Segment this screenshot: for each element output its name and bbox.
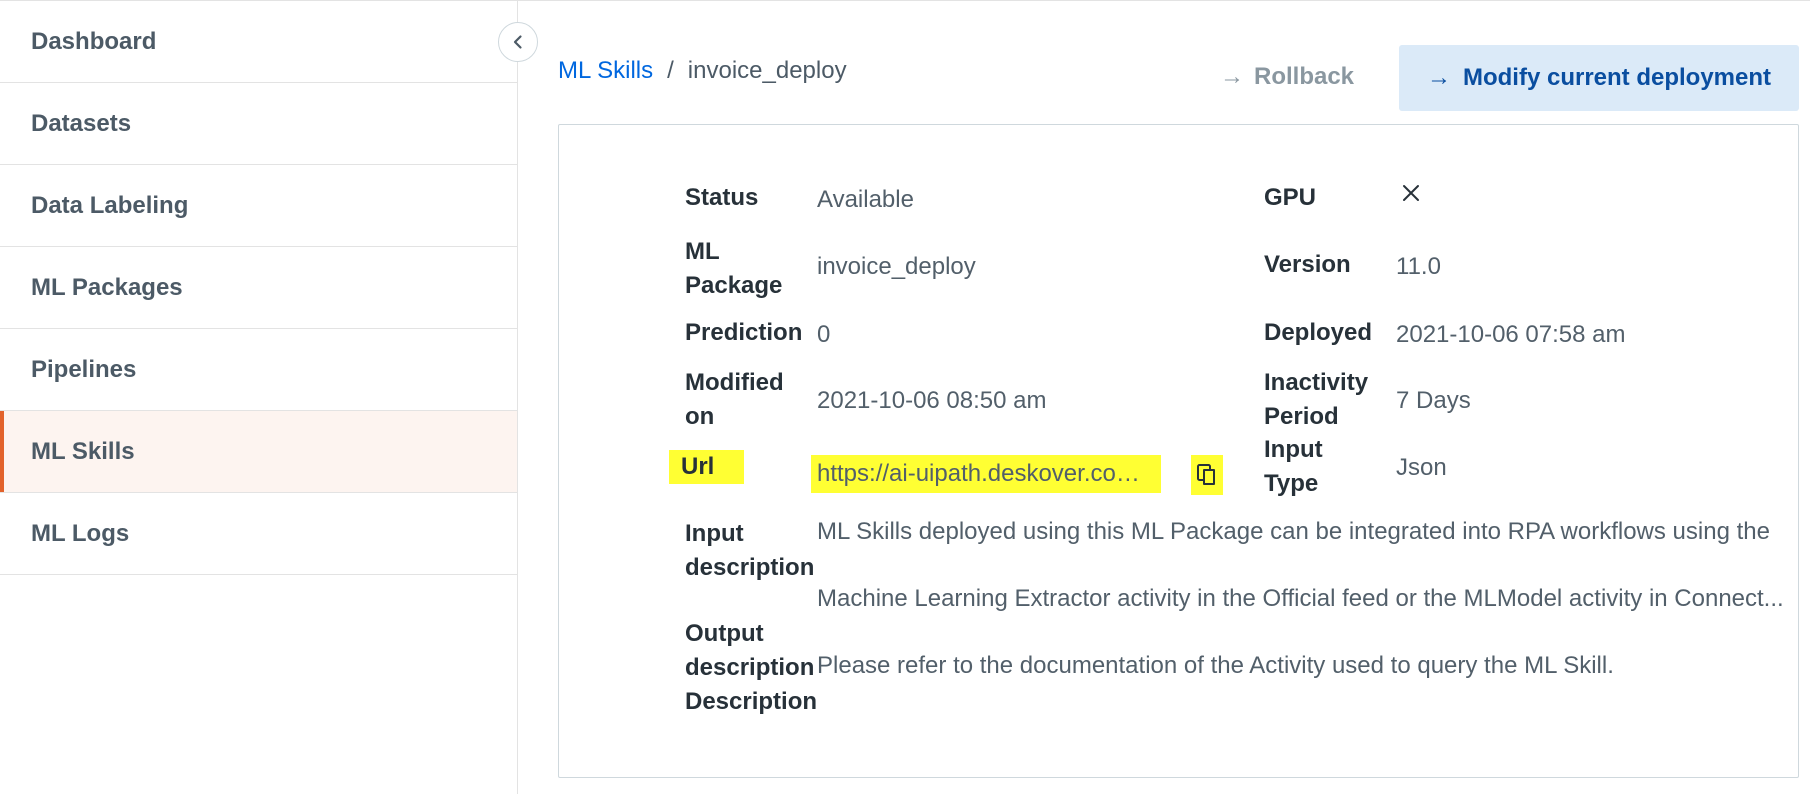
rollback-button[interactable]: → Rollback bbox=[1220, 57, 1354, 97]
output-description-label: Output description Description bbox=[685, 620, 818, 715]
input-type-label: Input Type bbox=[1264, 436, 1323, 497]
breadcrumb-parent-link[interactable]: ML Skills bbox=[558, 57, 653, 85]
url-label: Url bbox=[669, 450, 745, 484]
chevron-left-icon bbox=[513, 35, 522, 49]
arrow-right-icon: → bbox=[1426, 64, 1451, 91]
sidebar-collapse-button[interactable] bbox=[498, 22, 538, 62]
sidebar-item-ml-logs[interactable]: ML Logs bbox=[0, 493, 517, 575]
modify-deployment-button[interactable]: → Modify current deployment bbox=[1399, 45, 1799, 111]
sidebar: Dashboard Datasets Data Labeling ML Pack… bbox=[0, 1, 518, 794]
sidebar-item-ml-packages[interactable]: ML Packages bbox=[0, 247, 517, 329]
status-value: Available bbox=[817, 186, 914, 213]
input-description-label: Input description bbox=[685, 520, 815, 581]
inactivity-period-label: Inactivity Period bbox=[1264, 369, 1369, 430]
deployment-details-card: Status Available GPU ML Package invoice_… bbox=[558, 124, 1799, 778]
sidebar-item-label: Data Labeling bbox=[31, 191, 189, 219]
sidebar-item-pipelines[interactable]: Pipelines bbox=[0, 329, 517, 411]
url-value[interactable]: https://ai-uipath.deskover.com/... bbox=[811, 455, 1161, 493]
input-type-value: Json bbox=[1396, 454, 1447, 481]
prediction-label: Prediction bbox=[685, 319, 803, 346]
sidebar-item-label: Dashboard bbox=[31, 27, 157, 55]
copy-url-button[interactable] bbox=[1191, 455, 1223, 495]
breadcrumb: ML Skills / invoice_deploy bbox=[558, 57, 847, 85]
sidebar-item-label: Datasets bbox=[31, 109, 132, 137]
modify-deployment-label: Modify current deployment bbox=[1462, 64, 1772, 91]
sidebar-item-label: ML Logs bbox=[31, 519, 130, 547]
gpu-label: GPU bbox=[1264, 184, 1317, 211]
sidebar-item-dashboard[interactable]: Dashboard bbox=[0, 1, 517, 83]
close-icon bbox=[1403, 185, 1419, 201]
deployed-label: Deployed bbox=[1264, 319, 1373, 346]
prediction-value: 0 bbox=[817, 321, 831, 348]
copy-icon bbox=[1197, 464, 1215, 485]
input-description-line-1: ML Skills deployed using this ML Package… bbox=[817, 518, 1770, 545]
modified-on-label: Modified on bbox=[685, 369, 784, 430]
inactivity-period-value: 7 Days bbox=[1396, 387, 1471, 414]
sidebar-item-label: ML Packages bbox=[31, 273, 183, 301]
app-window: Dashboard Datasets Data Labeling ML Pack… bbox=[0, 0, 1810, 794]
modified-on-value: 2021-10-06 08:50 am bbox=[817, 387, 1047, 414]
sidebar-item-datasets[interactable]: Datasets bbox=[0, 83, 517, 165]
sidebar-item-label: Pipelines bbox=[31, 355, 137, 383]
breadcrumb-current: invoice_deploy bbox=[687, 57, 847, 84]
output-description-value: Please refer to the documentation of the… bbox=[817, 652, 1614, 679]
ml-package-label: ML Package bbox=[685, 238, 783, 299]
version-value: 11.0 bbox=[1396, 253, 1441, 280]
sidebar-item-data-labeling[interactable]: Data Labeling bbox=[0, 165, 517, 247]
ml-package-value: invoice_deploy bbox=[817, 253, 976, 280]
sidebar-item-label: ML Skills bbox=[31, 437, 135, 465]
deployed-value: 2021-10-06 07:58 am bbox=[1396, 321, 1626, 348]
rollback-label: Rollback bbox=[1254, 63, 1355, 90]
input-description-line-2: Machine Learning Extractor activity in t… bbox=[817, 585, 1784, 612]
arrow-right-icon: → bbox=[1220, 63, 1244, 90]
version-label: Version bbox=[1264, 251, 1351, 278]
sidebar-item-ml-skills[interactable]: ML Skills bbox=[0, 411, 517, 493]
status-label: Status bbox=[685, 184, 759, 211]
breadcrumb-separator: / bbox=[667, 57, 674, 84]
